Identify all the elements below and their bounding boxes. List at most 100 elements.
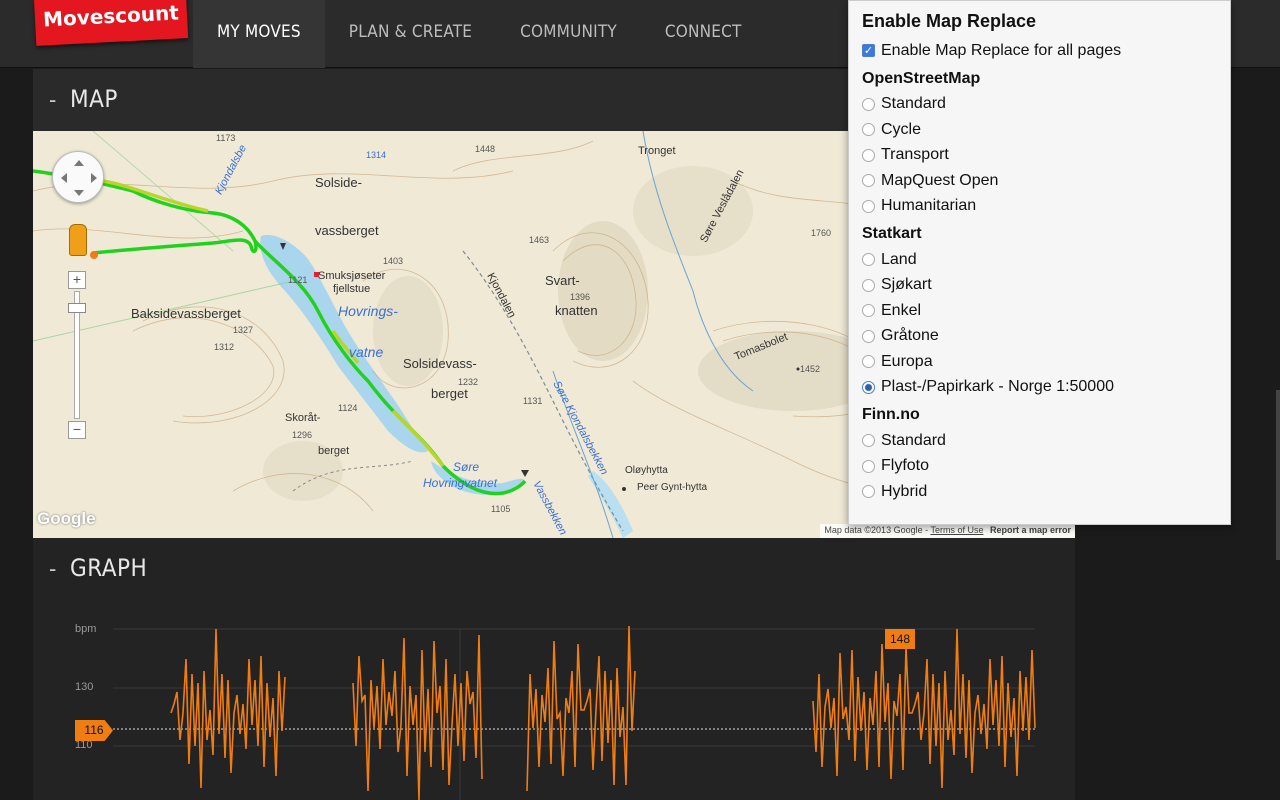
map-layer-radio[interactable]: [862, 123, 875, 137]
map-data-text: Map data ©2013 Google -: [824, 525, 929, 535]
map-layer-option[interactable]: Cycle: [862, 117, 1217, 143]
map-label: Smuksjøseter: [318, 270, 386, 282]
map-label: Solside-: [315, 175, 362, 190]
hr-series-line: [526, 625, 636, 792]
heart-rate-graph[interactable]: bpm 130 110: [33, 600, 1075, 800]
pan-arrows-icon: [61, 160, 97, 196]
map-layer-option[interactable]: Europa: [862, 349, 1217, 375]
map-layer-label: Cycle: [881, 120, 922, 138]
elevation-label: 1327: [233, 325, 254, 335]
graph-section-title: GRAPH: [70, 554, 148, 582]
nav-connect[interactable]: CONNECT: [641, 0, 766, 68]
movescount-logo[interactable]: Movescount: [34, 0, 189, 46]
map-layer-label: Hybrid: [881, 482, 928, 500]
map-label: vatne: [349, 344, 384, 360]
map-label: Peer Gynt-hytta: [637, 482, 708, 493]
y-tick-label: 130: [75, 681, 94, 693]
map-layer-option[interactable]: Enkel: [862, 298, 1217, 324]
map-section-title: MAP: [70, 85, 118, 113]
street-view-pegman-icon[interactable]: [69, 224, 87, 256]
elevation-label: 1463: [529, 235, 550, 245]
max-hr-marker: 148: [885, 629, 915, 649]
elevation-label: 1448: [475, 144, 496, 154]
map-layer-label: Standard: [881, 95, 946, 113]
map-layer-option[interactable]: Humanitarian: [862, 194, 1217, 220]
zoom-slider-handle[interactable]: [68, 303, 86, 313]
map-label: vassberget: [315, 223, 379, 238]
elevation-label: 1314: [366, 150, 387, 160]
enable-map-replace-option[interactable]: ✓ Enable Map Replace for all pages: [862, 38, 1217, 64]
map-layer-label: Standard: [881, 431, 946, 449]
map-layer-radio[interactable]: [862, 434, 875, 448]
map-layer-radio[interactable]: [862, 97, 875, 111]
map-layer-radio[interactable]: [862, 278, 875, 292]
map-layer-option[interactable]: Sjøkart: [862, 273, 1217, 299]
map-layer-radio[interactable]: [862, 148, 875, 162]
nav-community[interactable]: COMMUNITY: [496, 0, 641, 68]
map-layer-option[interactable]: MapQuest Open: [862, 168, 1217, 194]
elevation-label: 1312: [214, 342, 235, 352]
map-collapse-toggle[interactable]: -: [49, 87, 56, 113]
provider-group-title: OpenStreetMap: [862, 69, 981, 87]
nav-plan-create[interactable]: PLAN & CREATE: [325, 0, 496, 68]
map-layer-option[interactable]: Transport: [862, 143, 1217, 169]
map-provider-groups: OpenStreetMap Standard Cycle Transport MapQu…: [862, 64, 1217, 505]
map-layer-radio[interactable]: [862, 485, 875, 499]
map-layer-radio[interactable]: [862, 329, 875, 343]
elevation-label: 1131: [523, 396, 543, 406]
elevation-label: 1403: [383, 256, 404, 266]
map-layer-radio[interactable]: [862, 380, 875, 394]
map-layer-option[interactable]: Standard: [862, 428, 1217, 454]
map-layer-label: Sjøkart: [881, 276, 932, 294]
map-layer-option[interactable]: Hybrid: [862, 479, 1217, 505]
map-layer-option[interactable]: Gråtone: [862, 324, 1217, 350]
map-layer-label: Transport: [881, 146, 949, 164]
map-layer-option[interactable]: Land: [862, 247, 1217, 273]
map-layer-label: Humanitarian: [881, 197, 977, 215]
map-layer-radio[interactable]: [862, 459, 875, 473]
map-label: berget: [318, 445, 350, 457]
map-label: fjellstue: [333, 283, 371, 295]
y-axis-unit: bpm: [75, 623, 97, 635]
map-label: Skoråt-: [285, 412, 321, 424]
map-layer-label: MapQuest Open: [881, 171, 999, 189]
map-layer-option[interactable]: Flyfoto: [862, 454, 1217, 480]
provider-group-title: Statkart: [862, 225, 922, 242]
elevation-label: 1173: [216, 133, 236, 143]
map-label: Søre: [453, 460, 480, 474]
map-layer-label: Enkel: [881, 301, 922, 319]
provider-group-title: Finn.no: [862, 406, 920, 423]
report-map-error-link[interactable]: Report a map error: [990, 525, 1071, 535]
map-layer-radio[interactable]: [862, 253, 875, 267]
zoom-in-button[interactable]: +: [68, 271, 86, 289]
map-pan-control[interactable]: [52, 151, 104, 203]
nav-my-moves[interactable]: MY MOVES: [193, 0, 325, 68]
map-layer-radio[interactable]: [862, 174, 875, 188]
zoom-out-button[interactable]: −: [68, 421, 86, 439]
main-nav: MY MOVES PLAN & CREATE COMMUNITY CONNECT: [193, 0, 766, 68]
enable-map-replace-checkbox[interactable]: ✓: [862, 44, 875, 58]
terms-of-use-link[interactable]: Terms of Use: [930, 525, 983, 535]
map-layer-option[interactable]: Standard: [862, 92, 1217, 118]
elevation-label: 1105: [491, 504, 511, 514]
map-label: Hovringvatnet: [423, 476, 498, 490]
map-layer-radio[interactable]: [862, 304, 875, 318]
map-layer-radio[interactable]: [862, 355, 875, 369]
elevation-label: 1121: [288, 275, 308, 285]
map-label: berget: [431, 386, 468, 401]
map-layer-label: Europa: [881, 352, 933, 370]
map-layer-label: Plast-/Papirkark - Norge 1:50000: [881, 378, 1114, 396]
map-layer-label: Flyfoto: [881, 457, 930, 475]
page-scrollbar[interactable]: [1276, 390, 1280, 560]
graph-collapse-toggle[interactable]: -: [49, 556, 56, 582]
map-replace-panel: Enable Map Replace ✓ Enable Map Replace …: [848, 0, 1231, 525]
map-label: Baksidevassberget: [131, 306, 241, 321]
elevation-label: 1232: [458, 377, 479, 387]
map-layer-option[interactable]: Plast-/Papirkark - Norge 1:50000: [862, 375, 1217, 401]
map-layer-label: Land: [881, 250, 917, 268]
hr-series-line: [170, 628, 286, 789]
map-layer-radio[interactable]: [862, 199, 875, 213]
map-label: Hovrings-: [338, 303, 398, 319]
hr-series-line: [352, 634, 483, 800]
map-label: knatten: [555, 303, 598, 318]
